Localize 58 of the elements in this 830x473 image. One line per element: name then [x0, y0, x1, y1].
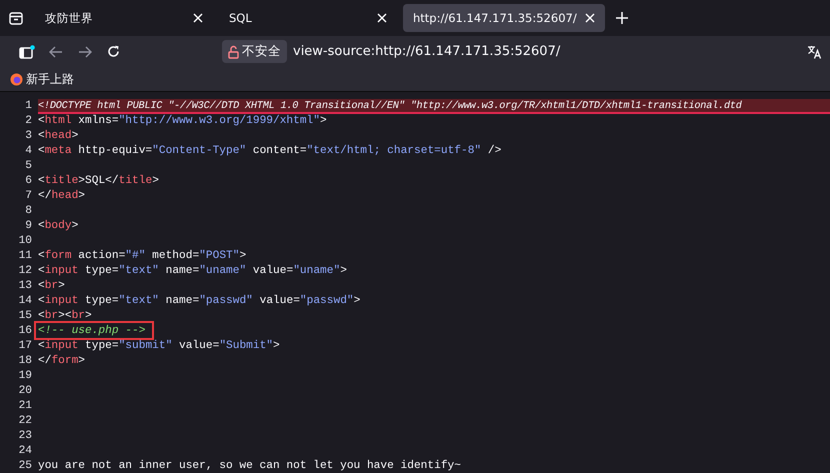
- line-number: 2: [24, 114, 33, 129]
- browser-logo-icon: [10, 72, 23, 86]
- code-line: <body>: [38, 219, 80, 234]
- code-line: <html xmlns="http://www.w3.org/1999/xhtml">: [38, 114, 328, 129]
- line-number: 15: [18, 309, 33, 324]
- url-text[interactable]: view-source:http://61.147.171.35:52607/: [293, 44, 560, 59]
- code-line: <br>: [38, 279, 66, 294]
- line-number: 18: [18, 354, 33, 369]
- code-line: <input type="text" name="uname" value="uname">: [38, 264, 348, 279]
- sidebar-icon[interactable]: [18, 44, 34, 58]
- code-line: <input type="text" name="passwd" value="passwd">: [38, 294, 362, 309]
- line-number: 11: [18, 249, 33, 264]
- line-number: 12: [18, 264, 33, 279]
- tab-list-icon[interactable]: [9, 12, 23, 24]
- close-tab-button[interactable]: [375, 11, 389, 25]
- line-number: 10: [18, 234, 33, 249]
- line-number: 7: [24, 189, 33, 204]
- browser-tab[interactable]: SQL: [219, 4, 397, 32]
- line-number: 5: [24, 159, 33, 174]
- line-number: 8: [24, 204, 33, 219]
- line-number: 21: [18, 399, 33, 414]
- code-line: </form>: [38, 354, 86, 369]
- line-number: 1: [24, 99, 33, 114]
- line-number: 13: [18, 279, 33, 294]
- line-number: 4: [24, 144, 33, 159]
- new-tab-button[interactable]: [614, 10, 630, 26]
- code-line: <meta http-equiv="Content-Type" content="text/html; charset=utf-8" />: [38, 144, 502, 159]
- code-line: <br><br>: [38, 309, 93, 324]
- close-tab-button[interactable]: [582, 11, 597, 25]
- unlocked-padlock-icon: [228, 44, 239, 58]
- line-number: 6: [24, 174, 33, 189]
- line-number: 24: [18, 444, 33, 459]
- line-number: 22: [18, 414, 33, 429]
- line-number: 14: [18, 294, 33, 309]
- code-line: <!-- use.php -->: [38, 324, 146, 339]
- code-line: <input type="submit" value="Submit">: [38, 339, 281, 354]
- reload-icon[interactable]: [107, 45, 120, 58]
- code-line: <form action="#" method="POST">: [38, 249, 248, 264]
- line-number: 9: [24, 219, 33, 234]
- forward-icon[interactable]: [78, 46, 92, 58]
- line-number: 16: [18, 324, 33, 339]
- code-line: <head>: [38, 129, 80, 144]
- line-number: 23: [18, 429, 33, 444]
- line-number: 19: [18, 369, 33, 384]
- bookmark-item[interactable]: 新手上路: [8, 70, 76, 88]
- browser-tab[interactable]: 攻防世界: [35, 4, 213, 32]
- browser-tab[interactable]: http://61.147.171.35:52607/: [403, 4, 605, 32]
- line-number: 20: [18, 384, 33, 399]
- line-number: 25: [18, 459, 33, 473]
- code-line: you are not an inner user, so we can not let you have identify~: [38, 459, 462, 473]
- code-line: <title>SQL</title>: [38, 174, 160, 189]
- back-icon[interactable]: [48, 46, 62, 58]
- code-line: </head>: [38, 189, 86, 204]
- line-number: 3: [24, 129, 33, 144]
- translate-icon[interactable]: [807, 44, 822, 58]
- security-indicator[interactable]: 不安全: [222, 40, 287, 63]
- close-tab-button[interactable]: [191, 11, 205, 25]
- line-number: 17: [18, 339, 33, 354]
